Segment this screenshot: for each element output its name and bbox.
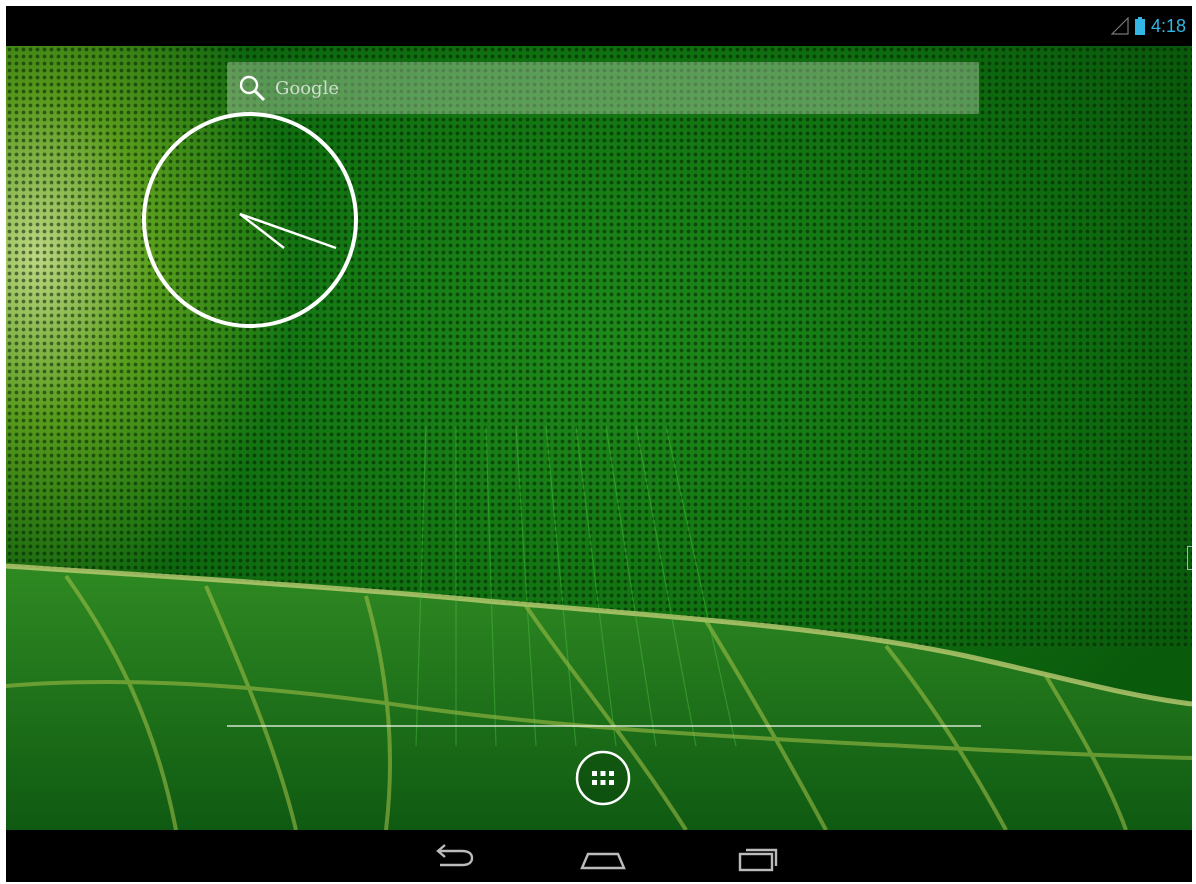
home-screen-wallpaper: Google [6,46,1192,830]
analog-clock-widget[interactable] [140,110,360,330]
right-edge-handle [1187,546,1192,570]
clock-minute-hand [239,212,337,250]
back-icon[interactable] [428,840,478,874]
home-icon[interactable] [578,840,628,874]
status-time: 4:18 [1150,16,1186,36]
battery-icon [1134,17,1145,35]
apps-grid-icon[interactable] [575,750,631,806]
tablet-screen: 4:18 Google [6,6,1192,882]
google-search-bar[interactable]: Google [227,62,979,114]
search-label: Google [275,77,339,99]
status-bar: 4:18 [6,6,1192,46]
signal-icon [1110,17,1129,35]
recents-icon[interactable] [734,840,784,874]
clock-hour-hand [239,213,285,249]
search-icon [239,75,266,102]
status-icons: 4:18 [1110,14,1186,38]
navigation-bar [6,830,1192,882]
dock-divider [227,725,981,727]
